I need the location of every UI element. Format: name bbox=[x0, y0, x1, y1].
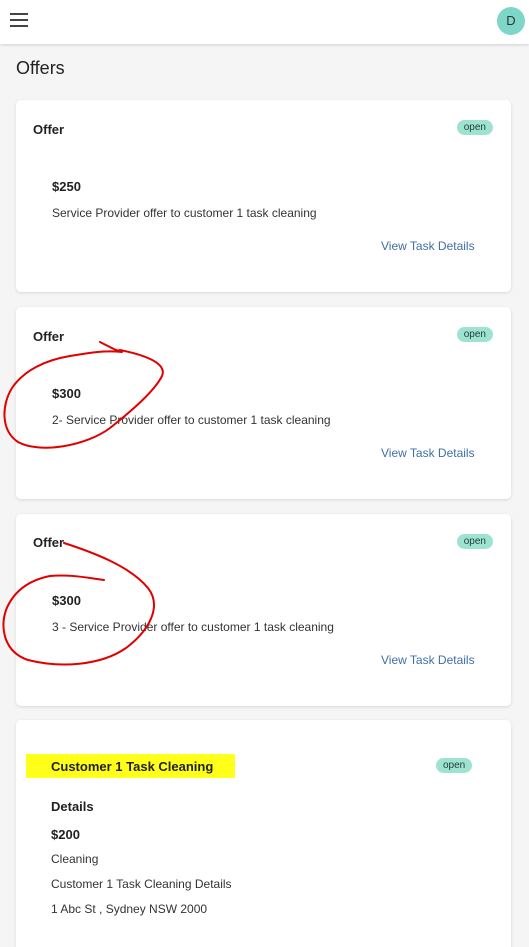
app-bar: D bbox=[0, 0, 529, 44]
task-category: Cleaning bbox=[51, 852, 99, 866]
offer-card-title: Offer bbox=[33, 535, 65, 550]
details-heading: Details bbox=[51, 799, 94, 814]
view-task-details-link[interactable]: View Task Details bbox=[381, 446, 475, 460]
status-badge: open bbox=[436, 758, 473, 773]
offer-description: 3 - Service Provider offer to customer 1… bbox=[52, 620, 334, 634]
status-badge: open bbox=[456, 120, 493, 135]
avatar[interactable]: D bbox=[497, 7, 525, 35]
status-badge: open bbox=[456, 534, 493, 549]
offer-card-title: Offer bbox=[33, 329, 65, 344]
view-task-details-link[interactable]: View Task Details bbox=[381, 239, 475, 253]
offer-card: Offer open $300 2- Service Provider offe… bbox=[16, 307, 511, 499]
view-task-details-link[interactable]: View Task Details bbox=[381, 653, 475, 667]
offer-card: Offer open $250 Service Provider offer t… bbox=[16, 100, 511, 292]
offer-description: Service Provider offer to customer 1 tas… bbox=[52, 206, 317, 220]
offer-amount: $300 bbox=[52, 593, 81, 608]
task-price: $200 bbox=[51, 827, 80, 842]
task-details: Customer 1 Task Cleaning Details bbox=[51, 877, 232, 891]
offer-card: Offer open $300 3 - Service Provider off… bbox=[16, 514, 511, 706]
offer-amount: $300 bbox=[52, 386, 81, 401]
offer-description: 2- Service Provider offer to customer 1 … bbox=[52, 413, 331, 427]
task-title: Customer 1 Task Cleaning bbox=[51, 759, 214, 774]
task-address: 1 Abc St , Sydney NSW 2000 bbox=[51, 902, 208, 916]
hamburger-menu-icon[interactable] bbox=[10, 11, 30, 29]
page-title: Offers bbox=[16, 58, 65, 78]
offer-amount: $250 bbox=[52, 179, 81, 194]
offer-card-title: Offer bbox=[33, 122, 65, 137]
status-badge: open bbox=[456, 327, 493, 342]
task-card: Customer 1 Task Cleaning open Details $2… bbox=[16, 720, 511, 947]
